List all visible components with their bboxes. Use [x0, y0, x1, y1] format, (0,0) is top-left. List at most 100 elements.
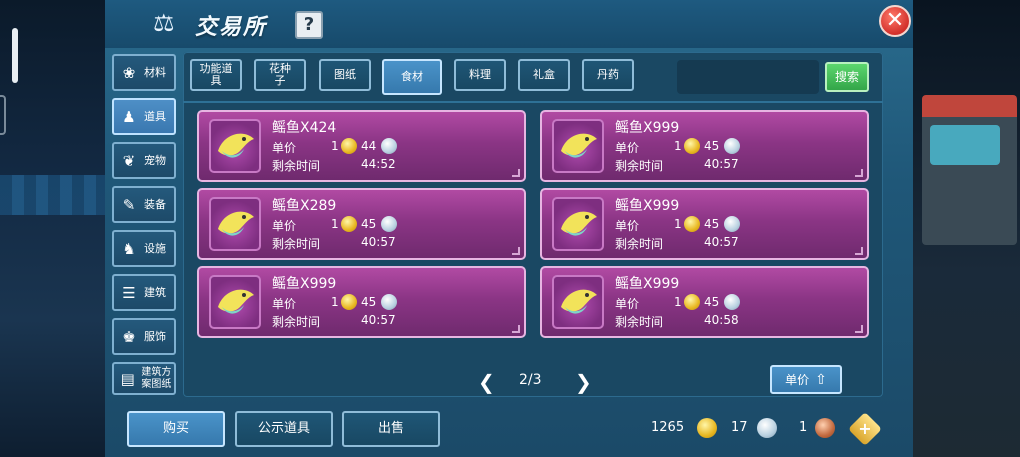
listing-panel: 功能道具 花种子 图纸 食材 料理 礼盒 丹药 搜索 鳐鱼X424 单价 剩余时… [183, 52, 883, 397]
stingray-icon [209, 275, 261, 329]
clothing-icon: ♚ [122, 327, 136, 346]
listing-time-left: 40:57 [361, 313, 396, 327]
listing-time-left: 40:57 [704, 157, 739, 171]
listing-time-left: 40:57 [361, 235, 396, 249]
unit-price-label: 单价 [272, 141, 297, 155]
background-stripe [0, 175, 105, 215]
search-button[interactable]: 搜索 [825, 62, 869, 92]
category-equipment[interactable]: ✎ 装备 [112, 186, 176, 223]
category-items[interactable]: ♟ 道具 [112, 98, 176, 135]
unit-price-label: 单价 [615, 141, 640, 155]
material-icon: ❀ [122, 63, 136, 82]
building-icon: ☰ [122, 283, 136, 302]
close-button[interactable]: ✕ [879, 5, 911, 37]
listing-time-left: 40:58 [704, 313, 739, 327]
listing-card[interactable]: 鳐鱼X999 单价 剩余时间 1 45 40:57 [540, 188, 869, 260]
listing-quantity: 1 [331, 295, 339, 309]
silver-coin-icon [724, 216, 740, 232]
facility-icon: ♞ [122, 239, 136, 258]
copper-amount: 1 [799, 420, 808, 435]
listing-name: 鳐鱼X999 [272, 276, 337, 292]
copper-coin-icon [815, 418, 835, 438]
gold-coin-icon [697, 418, 717, 438]
listing-name: 鳐鱼X289 [272, 198, 337, 214]
next-page-button[interactable]: ❯ [575, 370, 592, 394]
time-left-label: 剩余时间 [272, 315, 321, 329]
category-label: 建筑 [144, 285, 166, 299]
corner-ornament [512, 247, 520, 255]
listing-price: 45 [704, 139, 720, 153]
tab-flower-seeds[interactable]: 花种子 [254, 59, 306, 91]
corner-ornament [512, 325, 520, 333]
listing-time-left: 44:52 [361, 157, 396, 171]
listing-quantity: 1 [674, 295, 682, 309]
listing-quantity: 1 [331, 217, 339, 231]
category-pets[interactable]: ❦ 宠物 [112, 142, 176, 179]
tab-cuisine[interactable]: 料理 [454, 59, 506, 91]
listing-price: 45 [361, 217, 377, 231]
gold-coin-icon [341, 138, 357, 154]
tab-blueprints[interactable]: 图纸 [319, 59, 371, 91]
listing-time-left: 40:57 [704, 235, 739, 249]
stingray-icon [552, 119, 604, 173]
silver-coin-icon [724, 294, 740, 310]
corner-ornament [855, 325, 863, 333]
screen-edge-handle[interactable] [12, 28, 18, 83]
stingray-icon [552, 275, 604, 329]
category-label: 材料 [144, 65, 166, 79]
listing-card[interactable]: 鳐鱼X999 单价 剩余时间 1 45 40:58 [540, 266, 869, 338]
listing-card[interactable]: 鳐鱼X289 单价 剩余时间 1 45 40:57 [197, 188, 526, 260]
category-materials[interactable]: ❀ 材料 [112, 54, 176, 91]
category-clothing[interactable]: ♚ 服饰 [112, 318, 176, 355]
gold-coin-icon [684, 216, 700, 232]
category-label: 设施 [144, 241, 166, 255]
silver-coin-icon [381, 294, 397, 310]
stingray-icon [552, 197, 604, 251]
silver-amount: 17 [731, 420, 748, 435]
buy-button[interactable]: 购买 [127, 411, 225, 447]
gold-coin-icon [341, 294, 357, 310]
sort-by-price-button[interactable]: 单价 ⇧ [770, 365, 842, 394]
unit-price-label: 单价 [615, 219, 640, 233]
side-tab-bracket[interactable] [0, 95, 6, 135]
tab-ingredients[interactable]: 食材 [382, 59, 442, 95]
item-icon: ♟ [122, 107, 136, 126]
listing-name: 鳐鱼X999 [615, 120, 680, 136]
tab-divider [183, 101, 883, 103]
search-input[interactable] [677, 60, 819, 94]
add-currency-button[interactable]: + [848, 412, 882, 446]
sell-button[interactable]: 出售 [342, 411, 440, 447]
tab-functional-items[interactable]: 功能道具 [190, 59, 242, 91]
arrow-up-icon: ⇧ [815, 371, 827, 388]
listing-price: 44 [361, 139, 377, 153]
time-left-label: 剩余时间 [272, 159, 321, 173]
tab-gift-box[interactable]: 礼盒 [518, 59, 570, 91]
category-buildings[interactable]: ☰ 建筑 [112, 274, 176, 311]
time-left-label: 剩余时间 [272, 237, 321, 251]
exchange-window: ⚖ 交易所 ? ✕ ❀ 材料 ♟ 道具 ❦ 宠物 ✎ 装备 ♞ 设施 ☰ 建筑 … [105, 0, 913, 457]
listing-card[interactable]: 鳐鱼X999 单价 剩余时间 1 45 40:57 [197, 266, 526, 338]
corner-ornament [855, 169, 863, 177]
plus-icon: + [858, 419, 872, 438]
public-items-button[interactable]: 公示道具 [235, 411, 333, 447]
prev-page-button[interactable]: ❮ [478, 370, 495, 394]
category-label: 宠物 [144, 153, 166, 167]
gold-coin-icon [684, 138, 700, 154]
stingray-icon [209, 119, 261, 173]
listing-card[interactable]: 鳐鱼X424 单价 剩余时间 1 44 44:52 [197, 110, 526, 182]
category-label: 建筑方案图纸 [141, 366, 172, 390]
listing-name: 鳐鱼X999 [615, 276, 680, 292]
gold-coin-icon [341, 216, 357, 232]
help-button[interactable]: ? [295, 11, 323, 39]
category-blueprints[interactable]: ▤ 建筑方案图纸 [112, 362, 176, 395]
category-facilities[interactable]: ♞ 设施 [112, 230, 176, 267]
listing-quantity: 1 [674, 139, 682, 153]
time-left-label: 剩余时间 [615, 159, 664, 173]
corner-ornament [512, 169, 520, 177]
listing-card[interactable]: 鳐鱼X999 单价 剩余时间 1 45 40:57 [540, 110, 869, 182]
page-indicator: 2/3 [519, 372, 542, 388]
unit-price-label: 单价 [272, 219, 297, 233]
background-right [912, 0, 1020, 457]
unit-price-label: 单价 [615, 297, 640, 311]
tab-elixirs[interactable]: 丹药 [582, 59, 634, 91]
